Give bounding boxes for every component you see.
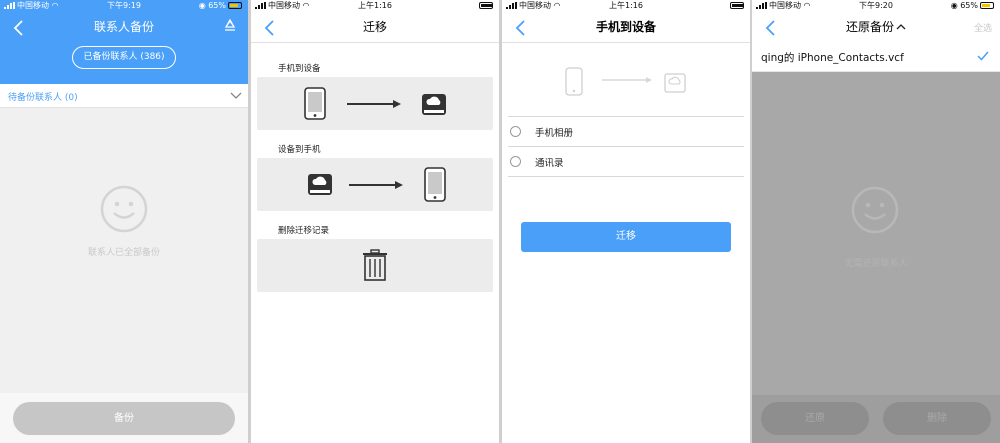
status-bar: 中国移动 ◠ 上午1:16 <box>251 0 499 12</box>
page-title: 联系人备份 <box>93 20 154 34</box>
chevron-up-icon <box>896 24 906 30</box>
battery-percent: 65% <box>960 1 978 10</box>
nav-bar: 联系人备份 <box>0 12 248 44</box>
phone-icon <box>565 67 583 96</box>
backup-file-row[interactable]: qing的 iPhone_Contacts.vcf <box>752 44 1000 72</box>
restore-button[interactable]: 还原 <box>761 402 869 435</box>
pending-contacts-label: 待备份联系人 (0) <box>8 93 78 103</box>
radio-button[interactable] <box>510 126 521 137</box>
clock: 上午1:16 <box>358 1 392 10</box>
device-to-phone-card[interactable] <box>257 158 493 211</box>
status-bar: 中国移动 ◠ 下午9:20 ◉ 65% <box>752 0 1000 12</box>
battery-icon <box>730 2 744 9</box>
page-title: 迁移 <box>362 20 387 34</box>
clock: 上午1:16 <box>609 1 643 10</box>
section-label-delete-records: 删除迁移记录 <box>278 226 330 236</box>
option-photo-album[interactable]: 手机相册 <box>508 117 744 147</box>
checkmark-icon <box>977 51 989 61</box>
status-bar: 中国移动 ◠ 上午1:16 <box>502 0 750 12</box>
section-label-phone-to-device: 手机到设备 <box>278 64 321 74</box>
option-label: 手机相册 <box>535 128 574 139</box>
phone-to-device-screen: 中国移动 ◠ 上午1:16 手机到设备 手机相册 通讯录 迁移 <box>502 0 750 443</box>
contacts-backup-screen: 中国移动 ◠ 下午9:19 ◉ 65% 联系人备份 已备份联系人 (386) 待… <box>0 0 248 443</box>
arrow-right-icon <box>602 77 652 83</box>
phone-to-device-card[interactable] <box>257 77 493 130</box>
nav-bar: 手机到设备 <box>502 12 750 43</box>
smiley-icon <box>100 185 148 233</box>
restore-backup-screen: 中国移动 ◠ 下午9:20 ◉ 65% 还原备份 全选 qing的 iPhone… <box>752 0 1000 443</box>
arrow-right-icon <box>349 181 403 189</box>
nav-bar: 迁移 <box>251 12 499 43</box>
chevron-down-icon <box>230 92 242 99</box>
option-contacts[interactable]: 通讯录 <box>508 147 744 177</box>
cloud-device-icon <box>308 174 332 195</box>
page-title: 手机到设备 <box>595 20 656 34</box>
pending-contacts-row[interactable]: 待备份联系人 (0) <box>0 84 248 108</box>
radio-button[interactable] <box>510 156 521 167</box>
lock-rotation-icon: ◉ <box>198 1 206 10</box>
battery-icon <box>980 2 994 9</box>
backup-file-name: qing的 iPhone_Contacts.vcf <box>761 52 904 64</box>
empty-state-message: 无需还原联系人 <box>844 259 908 269</box>
phone-icon <box>424 167 446 202</box>
migrate-button[interactable]: 迁移 <box>521 222 731 252</box>
recycle-icon[interactable] <box>222 18 238 34</box>
page-title: 还原备份 <box>845 20 894 34</box>
cloud-device-icon <box>422 94 446 115</box>
battery-icon <box>228 2 242 9</box>
cloud-device-icon <box>664 73 686 93</box>
backed-up-contacts-button[interactable]: 已备份联系人 (386) <box>72 46 176 69</box>
battery-percent: 65% <box>208 1 226 10</box>
trash-icon <box>363 249 387 281</box>
smiley-icon <box>851 186 899 234</box>
empty-state-message: 联系人已全部备份 <box>87 248 160 258</box>
nav-bar: 还原备份 全选 <box>752 12 1000 44</box>
delete-records-card[interactable] <box>257 239 493 292</box>
migrate-screen: 中国移动 ◠ 上午1:16 迁移 手机到设备 设备到手机 删除迁移记录 <box>251 0 499 443</box>
status-bar: 中国移动 ◠ 下午9:19 ◉ 65% <box>0 0 248 12</box>
battery-icon <box>479 2 493 9</box>
phone-icon <box>304 87 326 120</box>
select-all-button[interactable]: 全选 <box>974 21 992 34</box>
page-title-dropdown[interactable]: 还原备份 <box>752 19 1000 35</box>
lock-rotation-icon: ◉ <box>950 1 958 10</box>
option-label: 通讯录 <box>535 158 564 169</box>
arrow-right-icon <box>347 100 401 108</box>
delete-button[interactable]: 删除 <box>883 402 991 435</box>
section-label-device-to-phone: 设备到手机 <box>278 145 321 155</box>
backup-button[interactable]: 备份 <box>13 402 235 435</box>
